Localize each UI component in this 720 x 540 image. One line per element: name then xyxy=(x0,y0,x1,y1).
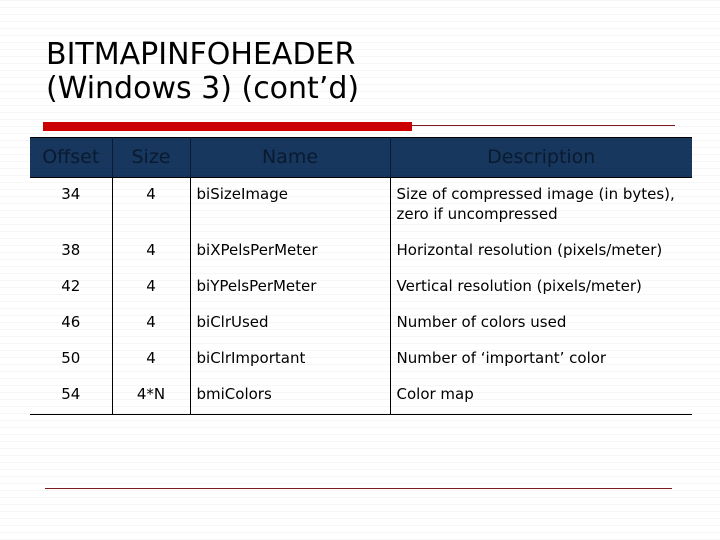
cell-name: biXPelsPerMeter xyxy=(190,234,391,270)
accent-bar-thin xyxy=(412,125,675,126)
slide: BITMAPINFOHEADER (Windows 3) (cont’d) Of… xyxy=(0,0,720,540)
table-body: 34 4 biSizeImage Size of compressed imag… xyxy=(30,177,692,415)
cell-description: Size of compressed image (in bytes), zer… xyxy=(396,185,675,223)
cell-size: 4 xyxy=(112,177,191,234)
bitmapinfoheader-table-container: Offset Size Name Description 34 4 biSize… xyxy=(30,137,692,415)
column-header-description: Description xyxy=(390,137,692,178)
column-header-name: Name xyxy=(190,137,391,178)
cell-size: 4 xyxy=(112,342,191,378)
cell-description: Vertical resolution (pixels/meter) xyxy=(396,277,642,295)
cell-name: biClrImportant xyxy=(190,342,391,378)
table-row: 34 4 biSizeImage Size of compressed imag… xyxy=(30,177,692,234)
cell-description: Number of ‘important’ color xyxy=(396,349,607,367)
table-row: 50 4 biClrImportant Number of ‘important… xyxy=(30,342,692,378)
table-row: 42 4 biYPelsPerMeter Vertical resolution… xyxy=(30,270,692,306)
cell-offset: 46 xyxy=(30,306,113,342)
page-title: BITMAPINFOHEADER (Windows 3) (cont’d) xyxy=(46,38,686,106)
table-row: 38 4 biXPelsPerMeter Horizontal resoluti… xyxy=(30,234,692,270)
title-accent-rule xyxy=(43,122,675,131)
column-header-size: Size xyxy=(112,137,191,178)
table-row: 54 4*N bmiColors Color map xyxy=(30,378,692,415)
cell-size: 4 xyxy=(112,306,191,342)
cell-offset: 42 xyxy=(30,270,113,306)
table-row: 46 4 biClrUsed Number of colors used xyxy=(30,306,692,342)
cell-name: biYPelsPerMeter xyxy=(190,270,391,306)
cell-description: Number of colors used xyxy=(396,313,567,331)
cell-name: biSizeImage xyxy=(190,177,391,234)
column-header-offset: Offset xyxy=(30,137,113,178)
cell-offset: 38 xyxy=(30,234,113,270)
cell-size: 4 xyxy=(112,234,191,270)
bitmapinfoheader-table: Offset Size Name Description 34 4 biSize… xyxy=(30,137,692,415)
bottom-accent-rule xyxy=(45,488,672,489)
cell-offset: 34 xyxy=(30,177,113,234)
cell-size: 4*N xyxy=(112,378,191,415)
cell-size: 4 xyxy=(112,270,191,306)
cell-offset: 50 xyxy=(30,342,113,378)
page-title-line-1: BITMAPINFOHEADER xyxy=(46,37,356,72)
cell-name: biClrUsed xyxy=(190,306,391,342)
accent-bar-thick xyxy=(43,122,412,131)
cell-description: Color map xyxy=(390,378,692,415)
table-header-row: Offset Size Name Description xyxy=(30,137,692,178)
table-header: Offset Size Name Description xyxy=(30,137,692,178)
cell-offset: 54 xyxy=(30,378,113,415)
page-title-line-2: (Windows 3) (cont’d) xyxy=(46,71,360,106)
cell-name: bmiColors xyxy=(190,378,391,415)
cell-description: Horizontal resolution (pixels/meter) xyxy=(396,241,663,259)
